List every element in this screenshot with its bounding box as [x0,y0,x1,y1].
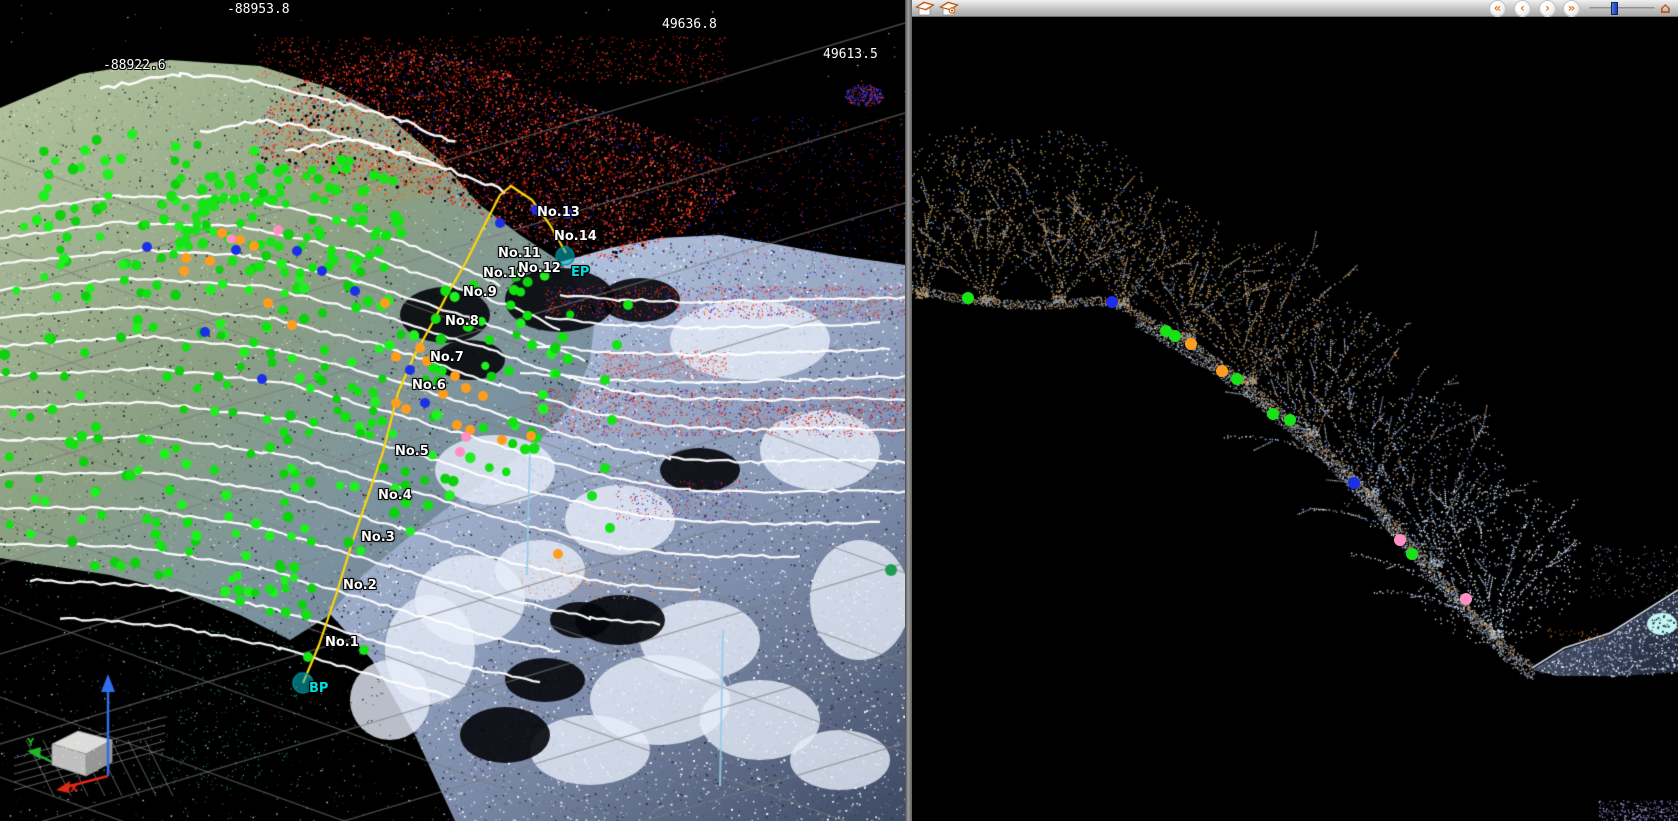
first-section-button[interactable]: « [1489,0,1506,17]
panel-splitter[interactable] [905,0,912,821]
last-section-button[interactable]: » [1563,0,1580,17]
point-cloud-survey-app: -88953.8-88922.649636.849613.5BPNo.1No.2… [0,0,1678,821]
previous-section-button[interactable]: ‹ [1514,0,1531,17]
section-viewport-panel[interactable]: « ‹ › » ⌂ [912,0,1678,821]
3d-viewport-panel[interactable]: -88953.8-88922.649636.849613.5BPNo.1No.2… [0,0,905,821]
next-section-button[interactable]: › [1539,0,1556,17]
section-slider-handle[interactable] [1611,2,1618,15]
cross-section-canvas[interactable] [912,17,1678,821]
home-icon[interactable]: ⌂ [1660,0,1671,17]
section-toolbar: « ‹ › » ⌂ [912,0,1678,17]
section-plane-icon[interactable] [915,1,935,16]
3d-point-cloud-canvas[interactable] [0,0,905,821]
section-view-icon[interactable] [939,1,959,16]
section-slider-track[interactable] [1589,7,1655,10]
